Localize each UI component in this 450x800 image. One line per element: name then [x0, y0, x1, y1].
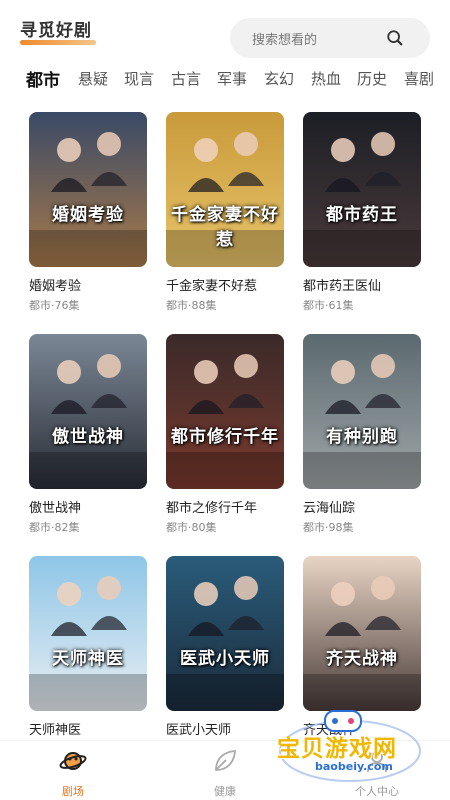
drama-title[interactable]: 千金家妻不好惹 [166, 275, 284, 294]
tab-xiju[interactable]: 喜剧 [404, 68, 434, 89]
poster-title-art: 医武小天师 [180, 649, 270, 669]
poster-title-art: 天师神医 [52, 649, 124, 669]
watermark-text: 宝贝游戏网 [277, 736, 397, 762]
drama-title[interactable]: 傲世战神 [29, 497, 147, 516]
tab-xianyan[interactable]: 现言 [124, 68, 154, 89]
drama-card[interactable]: 傲世战神 傲世战神 都市·82集 [29, 334, 147, 535]
nav-label-profile: 个人中心 [355, 785, 399, 798]
drama-title[interactable]: 天师神医 [29, 719, 147, 738]
watermark-url: baobeiy.com [315, 760, 393, 773]
drama-poster[interactable]: 傲世战神 [29, 334, 147, 489]
poster-title-art: 傲世战神 [52, 427, 124, 447]
drama-title[interactable]: 都市药王医仙 [303, 275, 421, 294]
drama-card[interactable]: 千金家妻不好惹 千金家妻不好惹 都市·88集 [166, 112, 284, 313]
category-tabs: 都市 悬疑 现言 古言 军事 玄幻 热血 历史 喜剧 [0, 64, 450, 94]
drama-poster[interactable]: 都市药王 [303, 112, 421, 267]
poster-image [29, 334, 147, 489]
poster-image [303, 334, 421, 489]
tab-rexue[interactable]: 热血 [311, 68, 341, 89]
page-title: 寻觅好剧 [20, 21, 92, 41]
nav-label-theater: 剧场 [62, 785, 84, 798]
drama-card[interactable]: 天师神医天师神医都市·60集 [29, 556, 147, 757]
poster-title-art: 都市药王 [326, 205, 398, 225]
drama-poster[interactable]: 婚姻考验 [29, 112, 147, 267]
tab-xuanyi[interactable]: 悬疑 [78, 68, 108, 89]
drama-title[interactable]: 云海仙踪 [303, 497, 421, 516]
header: 寻觅好剧 搜索想看的 [0, 0, 450, 60]
poster-title-art: 千金家妻不好惹 [171, 205, 279, 250]
poster-title-art: 都市修行千年 [171, 427, 279, 447]
tab-xuanhuan[interactable]: 玄幻 [264, 68, 294, 89]
tab-junshi[interactable]: 军事 [217, 68, 247, 89]
drama-meta: 都市·98集 [303, 521, 354, 534]
drama-poster[interactable]: 都市修行千年 [166, 334, 284, 489]
drama-card[interactable]: 有种别跑云海仙踪都市·98集 [303, 334, 421, 535]
nav-label-health: 健康 [214, 785, 236, 798]
drama-meta: 都市·61集 [303, 299, 354, 312]
drama-meta: 都市·80集 [166, 521, 217, 534]
drama-meta: 都市·88集 [166, 299, 217, 312]
drama-card[interactable]: 都市药王都市药王医仙都市·61集 [303, 112, 421, 313]
drama-poster[interactable]: 医武小天师 [166, 556, 284, 711]
title-underline [20, 40, 96, 45]
drama-title[interactable]: 都市之修行千年 [166, 497, 284, 516]
nav-item-theater[interactable]: 剧场 [33, 747, 113, 799]
poster-image [303, 556, 421, 711]
poster-image [29, 556, 147, 711]
leaf-icon [215, 750, 236, 771]
search-placeholder: 搜索想看的 [252, 33, 318, 48]
drama-meta: 都市·76集 [29, 299, 80, 312]
app-screen: 寻觅好剧 搜索想看的 都市 悬疑 现言 古言 军事 玄幻 热血 历史 喜剧 婚姻… [0, 0, 450, 800]
drama-card[interactable]: 都市修行千年 都市之修行千年都市·80集 [166, 334, 284, 535]
drama-poster[interactable]: 千金家妻不好惹 [166, 112, 284, 267]
drama-poster[interactable]: 天师神医 [29, 556, 147, 711]
drama-title[interactable]: 婚姻考验 [29, 275, 147, 294]
tab-guyan[interactable]: 古言 [171, 68, 201, 89]
poster-title-art: 有种别跑 [326, 427, 398, 447]
poster-image [303, 112, 421, 267]
planet-icon [59, 752, 87, 770]
poster-image [29, 112, 147, 267]
nav-item-health[interactable]: 健康 [185, 747, 265, 799]
search-input[interactable]: 搜索想看的 [230, 18, 430, 58]
drama-card[interactable]: 医武小天师医武小天师都市·86集 [166, 556, 284, 757]
poster-image [166, 334, 284, 489]
drama-meta: 都市·82集 [29, 521, 80, 534]
watermark: 宝贝游戏网 baobeiy.com [275, 705, 425, 785]
tab-lishi[interactable]: 历史 [357, 68, 387, 89]
drama-poster[interactable]: 有种别跑 [303, 334, 421, 489]
tab-dushi[interactable]: 都市 [26, 66, 60, 91]
drama-card[interactable]: 婚姻考验 婚姻考验 都市·76集 [29, 112, 147, 313]
poster-image [166, 556, 284, 711]
drama-title[interactable]: 医武小天师 [166, 719, 284, 738]
search-icon[interactable] [386, 29, 404, 47]
poster-title-art: 婚姻考验 [52, 205, 124, 225]
drama-poster[interactable]: 齐天战神 [303, 556, 421, 711]
poster-title-art: 齐天战神 [326, 649, 398, 669]
